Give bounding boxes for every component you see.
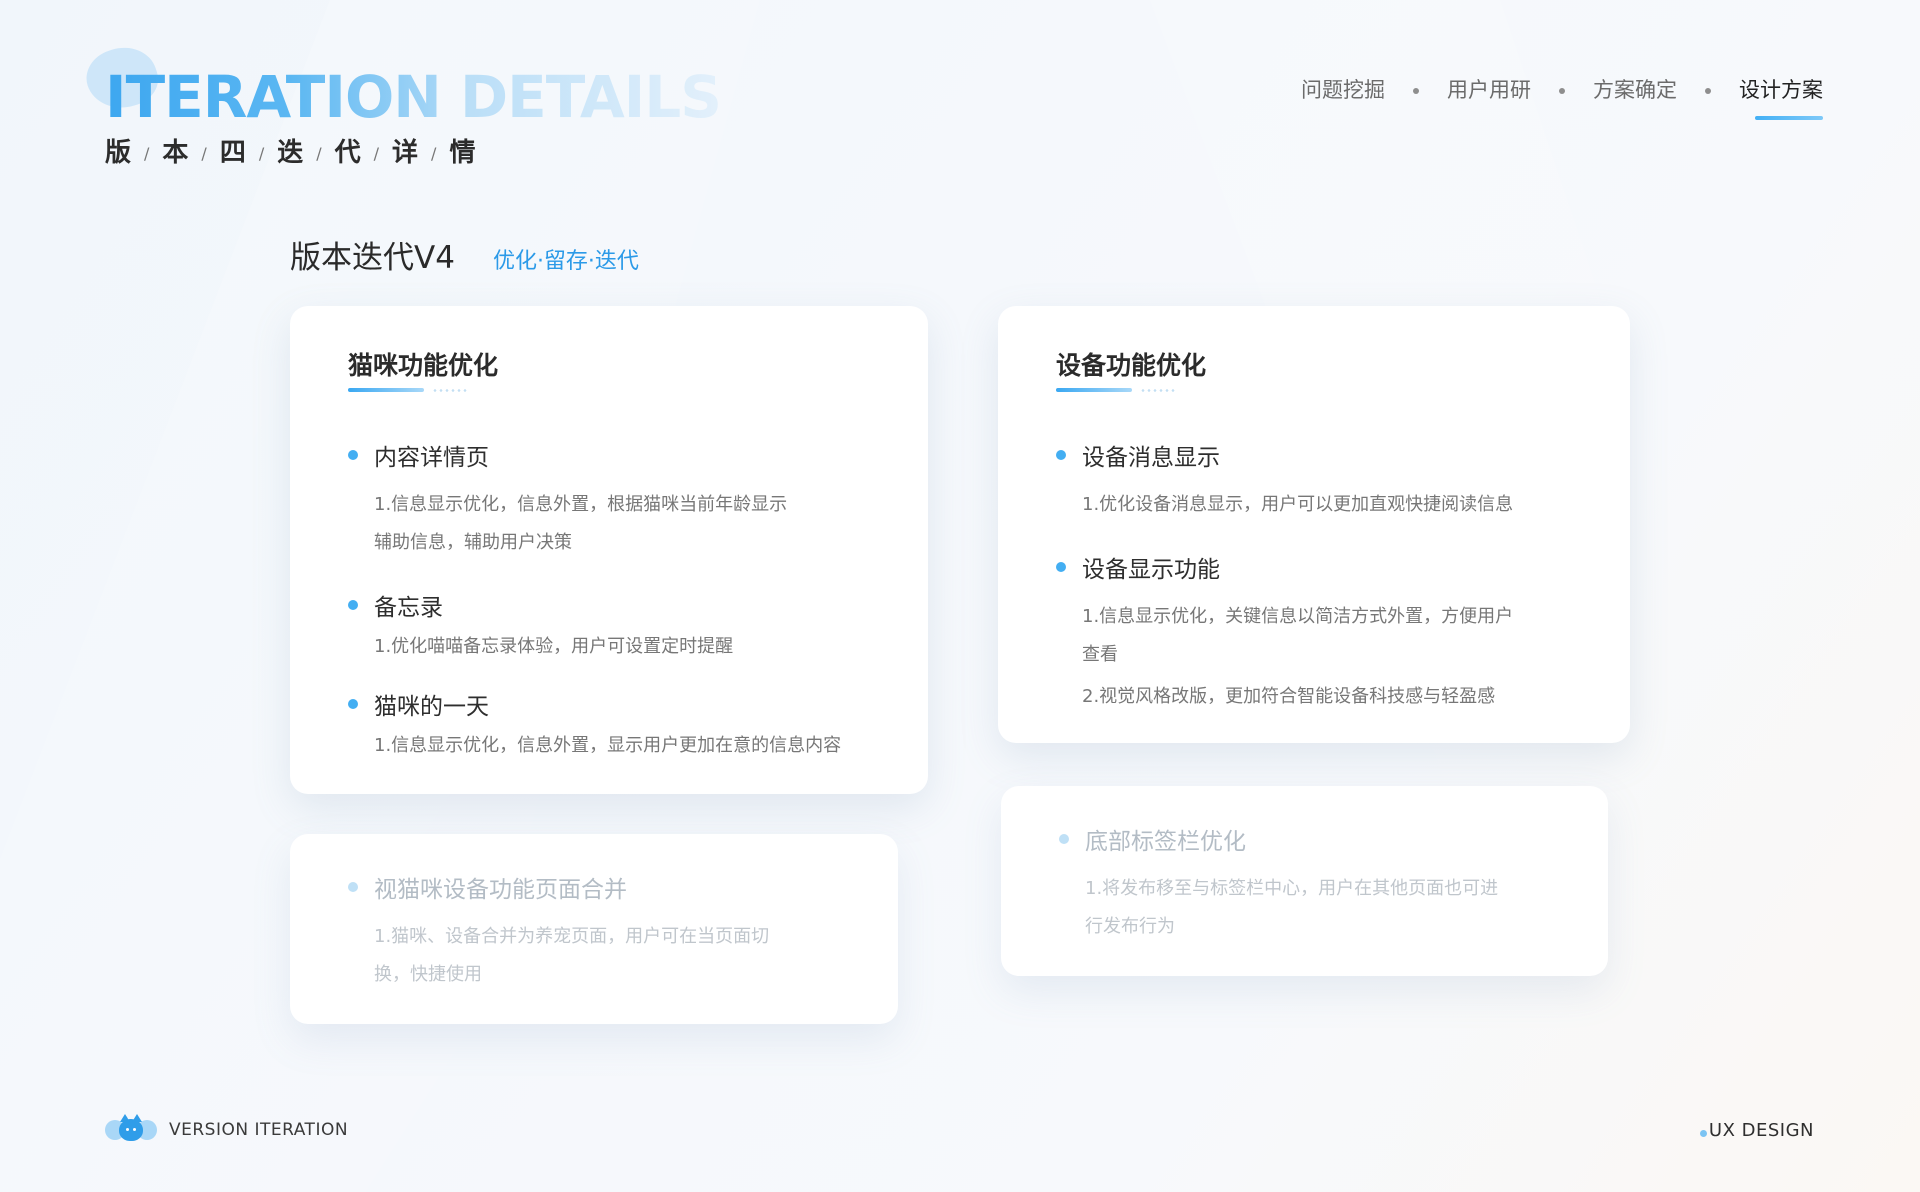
card-cat-optimization: 猫咪功能优化 内容详情页 1.信息显示优化，信息外置，根据猫咪当前年龄显示 辅助…: [290, 306, 928, 794]
card-header: 设备功能优化: [1056, 346, 1206, 392]
footer-left: VERSION ITERATION: [105, 1114, 349, 1142]
item-title: 备忘录: [374, 595, 443, 621]
card-title: 设备功能优化: [1056, 351, 1207, 380]
item-title: 猫咪的一天: [374, 694, 489, 720]
dot-mark-icon: [1699, 1130, 1707, 1137]
subtitle-separator: /: [144, 144, 151, 163]
card-device-optimization: 设备功能优化 设备消息显示 1.优化设备消息显示，用户可以更加直观快捷阅读信息 …: [998, 306, 1630, 743]
subtitle-char: 迭: [277, 138, 305, 168]
footer-right-label: UX DESIGN: [1708, 1120, 1814, 1141]
item-title: 视猫咪设备功能页面合并: [374, 877, 627, 903]
title-faded: DETAILS: [460, 63, 722, 131]
nav-item-problem-mining[interactable]: 问题挖掘: [1301, 74, 1385, 108]
item-description: 1.将发布移至与标签栏中心，用户在其他页面也可进 行发布行为: [1085, 870, 1498, 946]
item-description: 1.优化设备消息显示，用户可以更加直观快捷阅读信息: [1082, 486, 1513, 524]
item-description: 1.信息显示优化，信息外置，显示用户更加在意的信息内容: [374, 727, 841, 765]
subtitle-char: 情: [449, 138, 477, 168]
subtitle-separator: /: [373, 144, 381, 163]
subtitle-char: 四: [219, 138, 247, 168]
card-tabbar-optimization: 底部标签栏优化 1.将发布移至与标签栏中心，用户在其他页面也可进 行发布行为: [1001, 786, 1608, 976]
desc-line: 查看: [1082, 644, 1118, 665]
desc-line: 1.信息显示优化，信息外置，显示用户更加在意的信息内容: [374, 735, 842, 756]
bullet-dot: [348, 882, 358, 892]
bullet-dot: [1059, 834, 1069, 844]
item-title: 设备消息显示: [1082, 445, 1220, 471]
list-item: 设备显示功能 1.信息显示优化，关键信息以简洁方式外置，方便用户 查看 2.视觉…: [1056, 550, 1513, 716]
title-underline: [1056, 388, 1206, 392]
footer-left-label: VERSION ITERATION: [169, 1120, 349, 1140]
desc-line: 辅助信息，辅助用户决策: [374, 532, 572, 553]
background-light-streaks: [0, 0, 1900, 1192]
subtitle-separator: /: [201, 144, 208, 163]
list-item: 猫咪的一天 1.信息显示优化，信息外置，显示用户更加在意的信息内容: [348, 687, 841, 765]
page-title: ITERATION DETAILS: [105, 63, 722, 131]
list-item: 内容详情页 1.信息显示优化，信息外置，根据猫咪当前年龄显示 辅助信息，辅助用户…: [348, 438, 787, 562]
subtitle-separator: /: [258, 144, 266, 163]
desc-line: 行发布行为: [1085, 916, 1175, 937]
desc-line: 2.视觉风格改版，更加符合智能设备科技感与轻盈感: [1082, 686, 1496, 707]
title-main: ITERATION: [105, 63, 442, 131]
desc-line: 1.信息显示优化，关键信息以简洁方式外置，方便用户: [1082, 606, 1514, 627]
subtitle-separator: /: [431, 144, 438, 163]
bullet-dot: [1056, 562, 1066, 572]
nav-separator-dot: [1559, 88, 1565, 94]
subtitle-char: 本: [162, 138, 190, 168]
list-item: 备忘录 1.优化喵喵备忘录体验，用户可设置定时提醒: [348, 588, 733, 666]
underline-bar: [348, 388, 424, 392]
list-item: 底部标签栏优化 1.将发布移至与标签栏中心，用户在其他页面也可进 行发布行为: [1059, 822, 1498, 946]
desc-line: 1.信息显示优化，信息外置，根据猫咪当前年龄显示: [374, 494, 788, 515]
desc-line: 1.优化喵喵备忘录体验，用户可设置定时提醒: [374, 636, 734, 657]
desc-line: 1.将发布移至与标签栏中心，用户在其他页面也可进: [1085, 878, 1499, 899]
footer-right: UX DESIGN: [1699, 1120, 1814, 1141]
cat-logo-icon: [105, 1114, 157, 1142]
bullet-dot: [348, 699, 358, 709]
card-title: 猫咪功能优化: [348, 351, 499, 380]
nav-separator-dot: [1413, 88, 1419, 94]
nav-item-user-research[interactable]: 用户用研: [1447, 74, 1531, 108]
desc-line: 换，快捷使用: [374, 964, 482, 985]
underline-dots: [1140, 388, 1176, 392]
section-heading: 版本迭代V4 优化·留存·迭代: [290, 232, 639, 277]
top-nav: 问题挖掘 用户用研 方案确定 设计方案: [1301, 74, 1823, 120]
desc-line: 1.猫咪、设备合并为养宠页面，用户可在当页面切: [374, 926, 770, 947]
underline-bar: [1056, 388, 1132, 392]
nav-item-design-plan[interactable]: 设计方案: [1739, 74, 1823, 120]
card-header: 猫咪功能优化: [348, 346, 498, 392]
subtitle-char: 版: [105, 138, 133, 168]
page-subtitle: 版 / 本 / 四 / 迭 / 代 / 详 / 情: [105, 132, 721, 169]
nav-item-plan-confirm[interactable]: 方案确定: [1593, 74, 1677, 108]
underline-dots: [432, 388, 468, 392]
item-title: 底部标签栏优化: [1085, 829, 1246, 855]
desc-line: 1.优化设备消息显示，用户可以更加直观快捷阅读信息: [1082, 494, 1514, 515]
card-merge-pages: 视猫咪设备功能页面合并 1.猫咪、设备合并为养宠页面，用户可在当页面切 换，快捷…: [290, 834, 898, 1024]
nav-separator-dot: [1705, 88, 1711, 94]
section-tags: 优化·留存·迭代: [492, 249, 639, 274]
item-description: 1.猫咪、设备合并为养宠页面，用户可在当页面切 换，快捷使用: [374, 918, 769, 994]
item-description: 1.信息显示优化，关键信息以简洁方式外置，方便用户 查看 2.视觉风格改版，更加…: [1082, 598, 1513, 716]
list-item: 视猫咪设备功能页面合并 1.猫咪、设备合并为养宠页面，用户可在当页面切 换，快捷…: [348, 870, 769, 994]
bullet-dot: [1056, 450, 1066, 460]
section-title: 版本迭代V4: [290, 240, 455, 276]
subtitle-char: 详: [392, 138, 420, 168]
brand-header: ITERATION DETAILS 版 / 本 / 四 / 迭 / 代 / 详 …: [79, 38, 722, 169]
bullet-dot: [348, 450, 358, 460]
item-description: 1.优化喵喵备忘录体验，用户可设置定时提醒: [374, 628, 733, 666]
title-underline: [348, 388, 498, 392]
item-title: 内容详情页: [374, 445, 489, 471]
list-item: 设备消息显示 1.优化设备消息显示，用户可以更加直观快捷阅读信息: [1056, 438, 1513, 524]
subtitle-char: 代: [334, 138, 362, 168]
bullet-dot: [348, 600, 358, 610]
item-description: 1.信息显示优化，信息外置，根据猫咪当前年龄显示 辅助信息，辅助用户决策: [374, 486, 787, 562]
subtitle-separator: /: [316, 144, 323, 163]
item-title: 设备显示功能: [1082, 557, 1220, 583]
